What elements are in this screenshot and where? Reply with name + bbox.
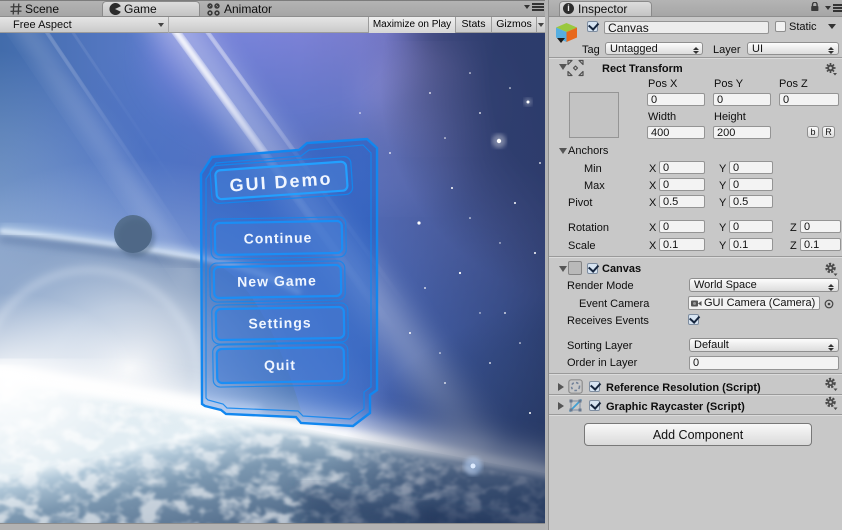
svg-text:Settings: Settings xyxy=(248,314,312,331)
svg-text:Continue: Continue xyxy=(244,229,313,246)
svg-text:Quit: Quit xyxy=(264,357,296,374)
svg-text:New Game: New Game xyxy=(237,272,317,289)
